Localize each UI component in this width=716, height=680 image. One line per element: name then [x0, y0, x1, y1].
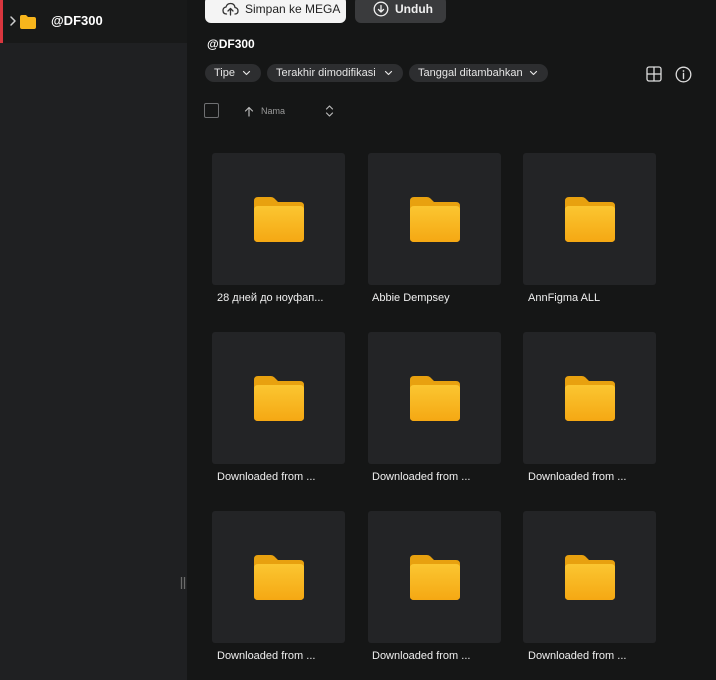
folder-tile[interactable]: [212, 511, 345, 643]
page-title: @DF300: [207, 37, 255, 51]
folder-tile[interactable]: [212, 332, 345, 464]
folder-name[interactable]: 28 дней до ноуфап...: [217, 292, 323, 304]
filter-last-modified-dropdown[interactable]: Terakhir dimodifikasi: [267, 64, 403, 82]
filter-type-label: Tipe: [214, 67, 235, 79]
folder-icon: [254, 555, 304, 600]
filter-date-added-dropdown[interactable]: Tanggal ditambahkan: [409, 64, 548, 82]
sidebar-item-label: @DF300: [51, 13, 103, 28]
folder-icon: [565, 197, 615, 242]
resize-handle-icon[interactable]: [180, 576, 186, 590]
folder-tile[interactable]: [368, 153, 501, 285]
folder-icon: [20, 15, 36, 29]
sort-by-name-label[interactable]: Nama: [261, 106, 285, 116]
grid-view-icon[interactable]: [646, 66, 662, 82]
filter-type-dropdown[interactable]: Tipe: [205, 64, 261, 82]
sidebar: @DF300: [0, 0, 187, 680]
folder-tile[interactable]: [523, 153, 656, 285]
folder-tile[interactable]: [523, 511, 656, 643]
folder-name[interactable]: Downloaded from ...: [217, 471, 315, 483]
cloud-upload-icon: [222, 2, 239, 16]
folder-icon: [410, 197, 460, 242]
chevron-down-icon: [384, 70, 393, 76]
folder-tile[interactable]: [368, 332, 501, 464]
chevron-right-icon[interactable]: [8, 14, 18, 28]
folder-icon: [565, 376, 615, 421]
folder-name[interactable]: Downloaded from ...: [528, 650, 626, 662]
folder-name[interactable]: Downloaded from ...: [372, 471, 470, 483]
folder-icon: [254, 376, 304, 421]
save-to-mega-label: Simpan ke MEGA: [245, 2, 341, 16]
download-icon: [373, 1, 389, 17]
filter-last-modified-label: Terakhir dimodifikasi: [276, 67, 376, 79]
folder-name[interactable]: Downloaded from ...: [372, 650, 470, 662]
folder-icon: [254, 197, 304, 242]
folder-tile[interactable]: [212, 153, 345, 285]
folder-icon: [410, 376, 460, 421]
sidebar-item-df300[interactable]: @DF300: [0, 0, 187, 43]
folder-icon: [410, 555, 460, 600]
filter-date-added-label: Tanggal ditambahkan: [418, 67, 523, 79]
chevron-down-icon: [242, 70, 251, 76]
sort-toggle-icon[interactable]: [325, 104, 334, 118]
folder-icon: [565, 555, 615, 600]
download-label: Unduh: [395, 2, 433, 16]
save-to-mega-button[interactable]: Simpan ke MEGA: [205, 0, 346, 23]
folder-name[interactable]: Downloaded from ...: [528, 471, 626, 483]
select-all-checkbox[interactable]: [204, 103, 219, 118]
folder-name[interactable]: Downloaded from ...: [217, 650, 315, 662]
folder-name[interactable]: AnnFigma ALL: [528, 292, 600, 304]
folder-name[interactable]: Abbie Dempsey: [372, 292, 450, 304]
folder-tile[interactable]: [368, 511, 501, 643]
arrow-up-icon[interactable]: [244, 106, 254, 117]
download-button[interactable]: Unduh: [355, 0, 446, 23]
folder-tile[interactable]: [523, 332, 656, 464]
chevron-down-icon: [529, 70, 538, 76]
info-icon[interactable]: [675, 66, 692, 83]
